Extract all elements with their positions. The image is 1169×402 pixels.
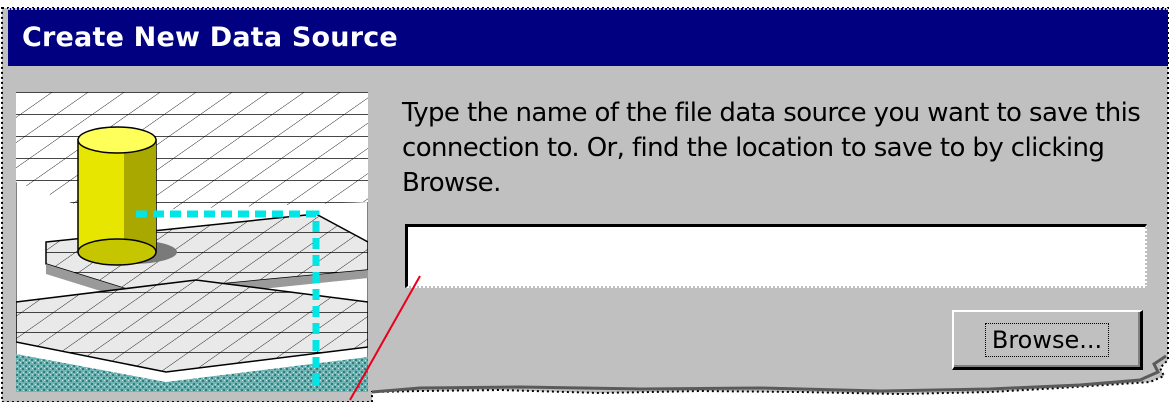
annotation-pointer-line	[349, 275, 421, 401]
create-new-data-source-dialog: Create New Data Source Type the name of …	[0, 0, 1169, 402]
